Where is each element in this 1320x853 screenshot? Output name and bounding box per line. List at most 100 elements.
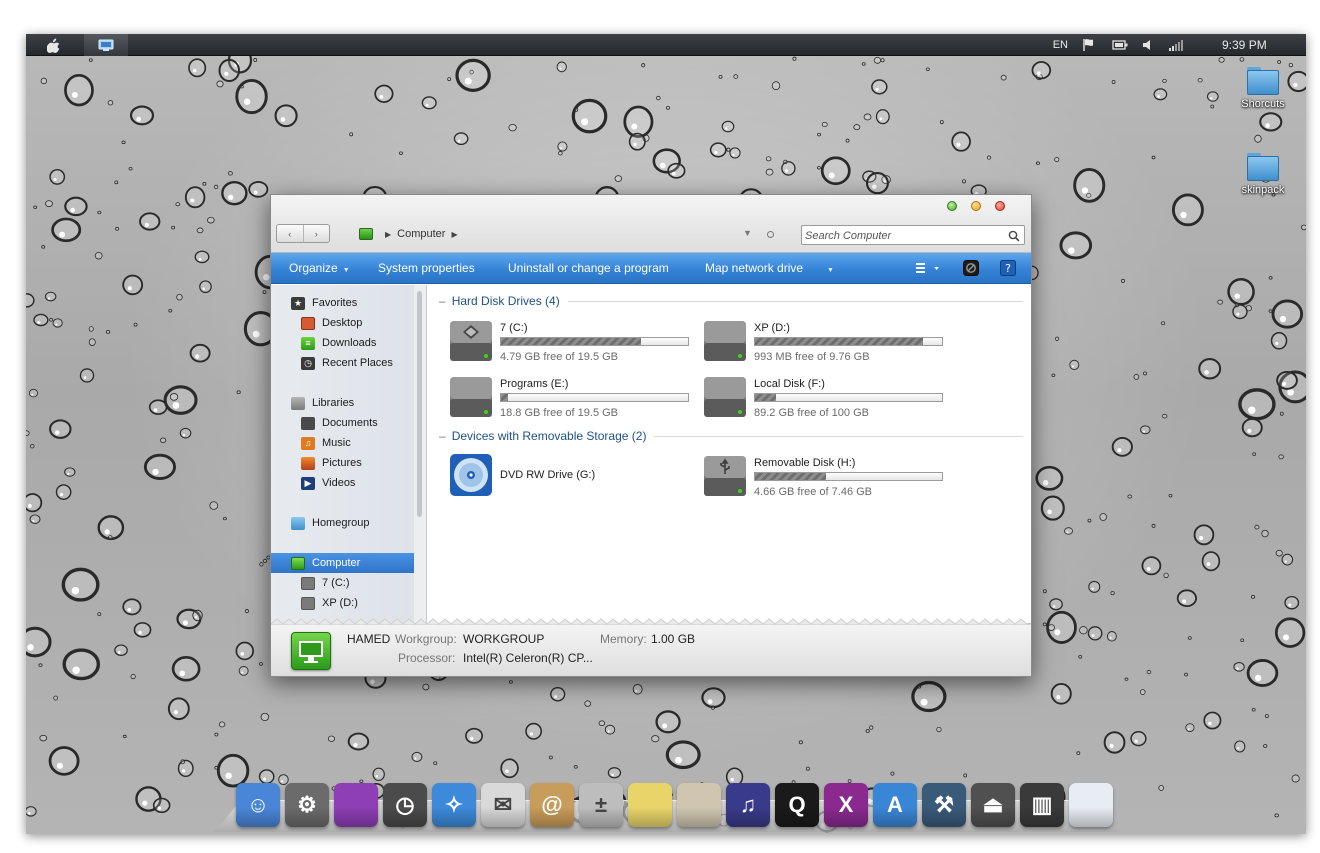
address-dropdown-icon[interactable]: ▼ — [743, 228, 752, 238]
computer-icon — [291, 632, 331, 670]
nav-label: Videos — [322, 477, 356, 489]
drive-usage-fill — [501, 394, 509, 401]
drive-usage-fill — [755, 473, 827, 480]
drive-free-space: 993 MB free of 9.76 GB — [754, 351, 870, 363]
nav-label: Libraries — [312, 397, 355, 409]
trash-dock-icon[interactable]: ▥ — [1020, 783, 1064, 827]
x-app-dock-icon[interactable]: X — [824, 783, 868, 827]
search-box — [801, 225, 1025, 245]
drive-item[interactable]: 7 (C:) 4.79 GB free of 19.5 GB — [449, 319, 699, 365]
libraries-icon — [291, 396, 305, 410]
eject-dock-icon[interactable]: ⏏ — [971, 783, 1015, 827]
flag-icon[interactable] — [1082, 38, 1098, 52]
drive-free-space: 4.79 GB free of 19.5 GB — [500, 351, 619, 363]
svg-text:?: ? — [1005, 262, 1011, 275]
scrollbar-thumb[interactable] — [417, 291, 422, 517]
nav-scrollbar[interactable] — [414, 285, 426, 623]
collapse-icon[interactable]: – — [439, 294, 446, 308]
photo-booth-dock-icon[interactable] — [334, 783, 378, 827]
map-network-drive-button[interactable]: Map network drive — [705, 261, 803, 275]
app-store-dock-icon[interactable]: A — [873, 783, 917, 827]
computer-menu-icon[interactable] — [84, 34, 128, 56]
safari-dock-icon[interactable]: ✧ — [432, 783, 476, 827]
forward-button[interactable]: › — [302, 225, 330, 242]
apple-logo-icon[interactable] — [26, 34, 80, 56]
nav-label: Music — [322, 437, 351, 449]
search-icon[interactable] — [1008, 229, 1020, 247]
nav-downloads[interactable]: ≡ Downloads — [271, 333, 414, 353]
explorer-window-dock-icon[interactable] — [1069, 783, 1113, 827]
nav-videos[interactable]: ▶ Videos — [271, 473, 414, 493]
windows-drive-icon — [450, 321, 492, 361]
minimize-button[interactable] — [971, 201, 981, 211]
drive-item[interactable]: Local Disk (F:) 89.2 GB free of 100 GB — [703, 375, 953, 421]
drive-usage-fill — [755, 394, 776, 401]
computer-name: HAMED — [347, 632, 391, 646]
group-header-hard-disk-drives[interactable]: – Hard Disk Drives (4) — [439, 292, 1023, 310]
drive-item[interactable]: Removable Disk (H:) 4.66 GB free of 7.46… — [703, 454, 953, 500]
nav-documents[interactable]: Documents — [271, 413, 414, 433]
close-button[interactable] — [995, 201, 1005, 211]
textedit-dock-icon[interactable] — [677, 783, 721, 827]
computer-icon — [359, 228, 373, 240]
signal-icon[interactable] — [1168, 39, 1184, 51]
desktop-folder-shorcuts[interactable]: Shorcuts — [1228, 67, 1298, 110]
more-options-chevron-icon[interactable]: ▼ — [827, 261, 834, 275]
uninstall-program-button[interactable]: Uninstall or change a program — [508, 261, 669, 275]
finder-dock-icon[interactable]: ☺ — [236, 783, 280, 827]
nav-drive-d[interactable]: XP (D:) — [271, 593, 414, 613]
address-book-dock-icon[interactable]: @ — [530, 783, 574, 827]
mail-dock-icon[interactable]: ✉ — [481, 783, 525, 827]
drive-item[interactable]: DVD RW Drive (G:) — [449, 453, 699, 499]
desktop-icon-label: skinpack — [1241, 184, 1285, 196]
processor-label: Processor: — [398, 651, 456, 665]
dashboard-dock-icon[interactable]: ◷ — [383, 783, 427, 827]
nav-pictures[interactable]: Pictures — [271, 453, 414, 473]
system-preferences-dock-icon[interactable]: ⚙ — [285, 783, 329, 827]
nav-drive-c[interactable]: 7 (C:) — [271, 573, 414, 593]
details-divider — [271, 618, 1031, 625]
nav-recent-places[interactable]: ◷ Recent Places — [271, 353, 414, 373]
battery-icon[interactable] — [1112, 40, 1128, 50]
hard-drive-icon — [301, 596, 315, 610]
group-divider — [567, 300, 1023, 302]
chevron-right-icon[interactable]: ▶ — [451, 230, 457, 239]
nav-music[interactable]: ♫ Music — [271, 433, 414, 453]
stickies-dock-icon[interactable] — [628, 783, 672, 827]
refresh-icon[interactable] — [767, 231, 774, 238]
dock: ☺ ⚙ ◷ ✧ ✉ @ ± ♫ Q X A ⚒ ⏏ ▥ — [236, 783, 1113, 827]
nav-libraries[interactable]: Libraries — [271, 393, 414, 413]
organize-button[interactable]: Organize ▼ — [289, 261, 350, 275]
group-label: Devices with Removable Storage (2) — [451, 429, 647, 443]
system-properties-button[interactable]: System properties — [378, 261, 475, 275]
clock[interactable]: 9:39 PM — [1222, 38, 1306, 52]
drive-item[interactable]: XP (D:) 993 MB free of 9.76 GB — [703, 319, 953, 365]
nav-desktop[interactable]: Desktop — [271, 313, 414, 333]
preview-pane-icon[interactable] — [963, 260, 979, 281]
calculator-dock-icon[interactable]: ± — [579, 783, 623, 827]
nav-computer[interactable]: Computer — [271, 553, 414, 573]
volume-icon[interactable] — [1142, 39, 1154, 51]
group-header-removable-storage[interactable]: – Devices with Removable Storage (2) — [439, 427, 1023, 445]
help-icon[interactable]: ? — [1000, 260, 1016, 281]
nav-label: XP (D:) — [322, 597, 358, 609]
workgroup-label: Workgroup: — [395, 632, 457, 646]
collapse-icon[interactable]: – — [439, 429, 446, 443]
videos-icon: ▶ — [301, 476, 315, 490]
search-input[interactable] — [805, 228, 1001, 243]
breadcrumb-item-computer[interactable]: Computer — [397, 228, 445, 240]
maximize-button[interactable] — [947, 201, 957, 211]
itunes-dock-icon[interactable]: ♫ — [726, 783, 770, 827]
view-options-icon[interactable] — [915, 260, 941, 281]
breadcrumb[interactable]: ▶ Computer ▶ — [359, 226, 464, 242]
drive-item[interactable]: Programs (E:) 18.8 GB free of 19.5 GB — [449, 375, 699, 421]
xcode-tools-dock-icon[interactable]: ⚒ — [922, 783, 966, 827]
window-titlebar[interactable]: ‹ › ▶ Computer ▶ ▼ — [271, 195, 1031, 253]
language-indicator[interactable]: EN — [1053, 39, 1068, 51]
desktop-folder-skinpack[interactable]: skinpack — [1228, 153, 1298, 196]
nav-homegroup[interactable]: Homegroup — [271, 513, 414, 533]
quicktime-dock-icon[interactable]: Q — [775, 783, 819, 827]
back-button[interactable]: ‹ — [277, 225, 303, 242]
drive-name: Removable Disk (H:) — [754, 457, 856, 469]
nav-favorites[interactable]: ★ Favorites — [271, 293, 414, 313]
